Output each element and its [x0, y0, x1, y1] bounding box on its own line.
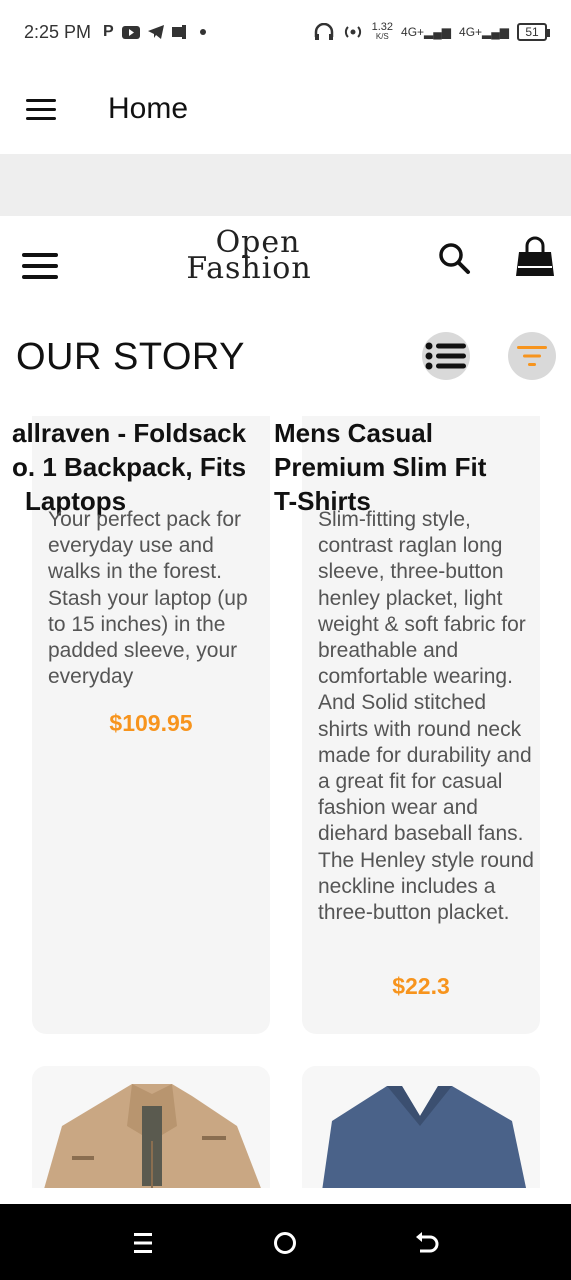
system-navigation-bar — [0, 1204, 571, 1280]
back-icon[interactable] — [412, 1228, 442, 1258]
notification-icons: P — [103, 23, 206, 41]
app-bar-title: Home — [108, 92, 189, 125]
headphones-icon — [314, 23, 333, 40]
product-price: $109.95 — [109, 710, 193, 736]
t-shirt-image — [302, 1066, 540, 1188]
drawer-menu-button[interactable] — [26, 98, 56, 120]
product-card[interactable]: allraven - Foldsack o. 1 Backpack, Fits … — [12, 416, 270, 1034]
list-view-button[interactable] — [422, 332, 470, 380]
signal-bars-icon: ▂▄▆ — [482, 25, 509, 39]
youtube-icon — [121, 25, 140, 39]
product-card[interactable]: Mens Casual Premium Slim Fit T-Shirts Sl… — [274, 416, 540, 1034]
more-notifications-dot — [199, 29, 206, 35]
shopping-bag-icon[interactable] — [514, 236, 556, 278]
search-icon[interactable] — [436, 240, 472, 276]
app-notification-icon — [171, 25, 186, 39]
section-header: OUR STORY — [0, 316, 571, 416]
product-description: Your perfect pack for everyday use and w… — [48, 508, 248, 689]
store-logo[interactable]: Open Fashion — [184, 228, 314, 284]
product-title: allraven - Foldsack o. 1 Backpack, Fits … — [12, 418, 247, 516]
signal-bars-icon: ▂▄▆ — [424, 25, 452, 39]
list-view-icon — [425, 342, 466, 370]
filter-button[interactable] — [508, 332, 556, 380]
filter-icon — [517, 346, 547, 366]
hotspot-icon — [344, 26, 361, 38]
product-grid[interactable]: allraven - Foldsack o. 1 Backpack, Fits … — [0, 416, 571, 1188]
status-bar: 2:25 PM P 1.32 K/S 4G+▂▄▆ 4G+▂▄▆ 51 — [0, 0, 571, 64]
home-icon[interactable] — [270, 1228, 300, 1258]
hamburger-icon — [22, 253, 58, 257]
product-price: $22.3 — [392, 973, 450, 999]
signal-sim2: 4G+▂▄▆ — [459, 25, 509, 39]
battery-icon: 51 — [517, 23, 550, 41]
store-menu-button[interactable] — [22, 253, 58, 279]
product-title: Mens Casual Premium Slim Fit T-Shirts — [274, 418, 487, 516]
product-description: Slim-fitting style, contrast raglan long… — [318, 508, 534, 925]
network-speed: 1.32 K/S — [371, 21, 394, 42]
jacket-image — [32, 1066, 270, 1188]
product-card[interactable] — [32, 1066, 270, 1188]
header-spacer — [0, 154, 571, 216]
pinterest-icon: P — [103, 23, 114, 40]
system-status: 1.32 K/S 4G+▂▄▆ 4G+▂▄▆ 51 — [314, 21, 550, 42]
telegram-icon — [147, 25, 164, 39]
store-header: Open Fashion — [0, 216, 571, 316]
app-bar: Home — [0, 64, 571, 154]
product-card[interactable] — [302, 1066, 540, 1188]
recent-apps-icon[interactable] — [128, 1228, 158, 1258]
signal-sim1: 4G+▂▄▆ — [401, 25, 452, 39]
status-time: 2:25 PM — [24, 21, 92, 42]
section-title: OUR STORY — [16, 336, 246, 378]
